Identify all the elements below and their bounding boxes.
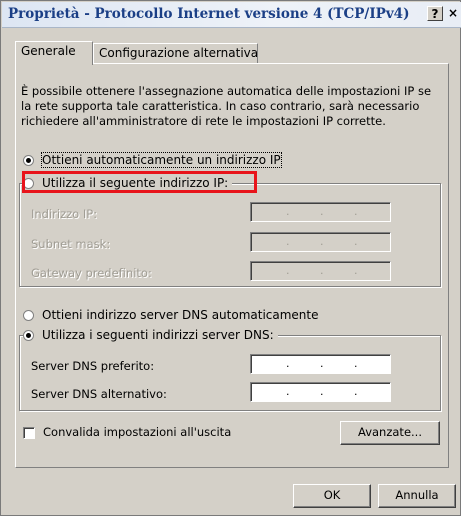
help-button[interactable]: ? [427, 6, 443, 21]
subnet-mask-label: Subnet mask: [31, 237, 111, 251]
default-gateway-label: Gateway predefinito: [31, 266, 152, 280]
tab-generale[interactable]: Generale [15, 41, 93, 65]
highlight-box [22, 171, 257, 193]
radio-auto-dns[interactable]: Ottieni indirizzo server DNS automaticam… [23, 307, 319, 323]
subnet-mask-field[interactable]: ... [250, 232, 391, 252]
alternate-dns-field[interactable]: ... [250, 382, 391, 402]
radio-button-icon [23, 310, 34, 321]
radio-auto-dns-label: Ottieni indirizzo server DNS automaticam… [42, 308, 319, 322]
tcp-ipv4-properties-dialog: Proprietà - Protocollo Internet versione… [0, 0, 461, 516]
cancel-button[interactable]: Annulla [378, 484, 456, 508]
preferred-dns-label: Server DNS preferito: [31, 359, 155, 373]
ip-address-label: Indirizzo IP: [31, 207, 98, 221]
alternate-dns-label: Server DNS alternativo: [31, 387, 167, 401]
preferred-dns-field[interactable]: ... [250, 354, 391, 374]
validate-settings-checkbox[interactable] [23, 427, 35, 439]
radio-button-icon [23, 155, 34, 166]
radio-auto-ip-label: Ottieni automaticamente un indirizzo IP [41, 152, 282, 168]
radio-auto-ip[interactable]: Ottieni automaticamente un indirizzo IP [23, 152, 282, 168]
tab-configurazione-alternativa[interactable]: Configurazione alternativa [93, 43, 258, 63]
window-title: Proprietà - Protocollo Internet versione… [8, 6, 410, 22]
description-text: È possibile ottenere l'assegnazione auto… [21, 84, 432, 128]
close-button[interactable]: × [445, 6, 461, 21]
radio-button-icon [23, 330, 34, 341]
radio-manual-dns[interactable]: Utilizza i seguenti indirizzi server DNS… [23, 327, 278, 343]
ip-address-field[interactable]: ... [250, 202, 391, 222]
validate-settings-label: Convalida impostazioni all'uscita [43, 425, 232, 439]
ok-button[interactable]: OK [293, 484, 371, 508]
title-bar[interactable]: Proprietà - Protocollo Internet versione… [2, 2, 461, 28]
default-gateway-field[interactable]: ... [250, 261, 391, 281]
radio-manual-dns-label: Utilizza i seguenti indirizzi server DNS… [42, 328, 274, 342]
advanced-button[interactable]: Avanzate... [340, 421, 440, 445]
